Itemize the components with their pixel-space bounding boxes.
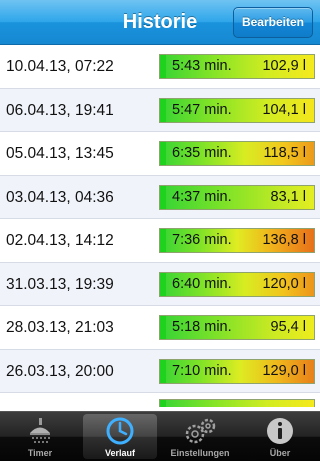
tab-timer[interactable]: Timer	[0, 412, 80, 461]
row-duration: 5:43 min.	[172, 58, 232, 74]
row-date: 05.04.13, 13:45	[6, 145, 114, 162]
row-date: 10.04.13, 07:22	[6, 58, 114, 75]
row-duration: 6:35 min.	[172, 145, 232, 161]
tab-einstellungen[interactable]: Einstellungen	[160, 412, 240, 461]
row-duration: 7:36 min.	[172, 232, 232, 248]
usage-bar	[159, 399, 315, 407]
history-list: 10.04.13, 07:22 5:43 min. 102,9 l 06.04.…	[0, 45, 320, 409]
usage-bar: 7:36 min. 136,8 l	[159, 228, 315, 253]
row-duration: 5:18 min.	[172, 319, 232, 335]
list-item[interactable]: 03.04.13, 04:36 4:37 min. 83,1 l	[0, 175, 320, 219]
list-item[interactable]: 31.03.13, 19:39 6:40 min. 120,0 l	[0, 262, 320, 306]
clock-icon	[80, 416, 160, 446]
row-volume: 95,4 l	[270, 319, 306, 335]
usage-bar: 6:35 min. 118,5 l	[159, 141, 315, 166]
tab-label: Timer	[27, 448, 53, 458]
row-date: 26.03.13, 20:00	[6, 362, 114, 380]
usage-bar: 5:18 min. 95,4 l	[159, 315, 315, 340]
list-item[interactable]: 05.04.13, 13:45 6:35 min. 118,5 l	[0, 132, 320, 176]
usage-bar: 5:43 min. 102,9 l	[159, 54, 315, 79]
row-date: 03.04.13, 04:36	[6, 188, 114, 206]
row-volume: 104,1 l	[262, 101, 306, 118]
tab-label: Verlauf	[104, 448, 135, 458]
row-duration: 7:10 min.	[172, 362, 232, 379]
tab-ueber[interactable]: Über	[240, 412, 320, 461]
tab-verlauf[interactable]: Verlauf	[80, 412, 160, 461]
gears-icon	[160, 416, 240, 446]
row-volume: 129,0 l	[262, 362, 306, 379]
shower-icon	[0, 416, 80, 446]
tab-label: Über	[269, 448, 291, 458]
row-date: 31.03.13, 19:39	[6, 275, 114, 293]
navigation-bar: Historie Bearbeiten	[0, 0, 320, 45]
usage-bar: 6:40 min. 120,0 l	[159, 271, 315, 297]
list-item[interactable]: 02.04.13, 14:12 7:36 min. 136,8 l	[0, 219, 320, 263]
tab-bar: Timer Verlauf Einstellungen Über	[0, 411, 320, 461]
row-volume: 118,5 l	[263, 145, 306, 161]
usage-bar: 5:47 min. 104,1 l	[159, 97, 315, 123]
row-volume: 136,8 l	[262, 232, 306, 248]
row-date: 02.04.13, 14:12	[6, 232, 114, 249]
row-date: 28.03.13, 21:03	[6, 319, 114, 336]
list-item[interactable]: 28.03.13, 21:03 5:18 min. 95,4 l	[0, 306, 320, 350]
row-volume: 83,1 l	[270, 188, 306, 205]
row-date: 06.04.13, 19:41	[6, 101, 114, 119]
usage-bar: 4:37 min. 83,1 l	[159, 184, 315, 210]
info-icon	[240, 416, 320, 446]
row-duration: 5:47 min.	[172, 101, 232, 118]
row-volume: 102,9 l	[262, 58, 306, 74]
row-volume: 120,0 l	[262, 275, 306, 292]
edit-button[interactable]: Bearbeiten	[232, 7, 313, 38]
list-item[interactable]: 10.04.13, 07:22 5:43 min. 102,9 l	[0, 45, 320, 89]
list-item[interactable]: 26.03.13, 20:00 7:10 min. 129,0 l	[0, 349, 320, 393]
row-duration: 6:40 min.	[172, 275, 232, 292]
usage-bar: 7:10 min. 129,0 l	[159, 358, 315, 384]
row-duration: 4:37 min.	[172, 188, 232, 205]
tab-label: Einstellungen	[170, 448, 230, 458]
list-item[interactable]: 06.04.13, 19:41 5:47 min. 104,1 l	[0, 88, 320, 132]
list-item[interactable]	[0, 393, 320, 409]
